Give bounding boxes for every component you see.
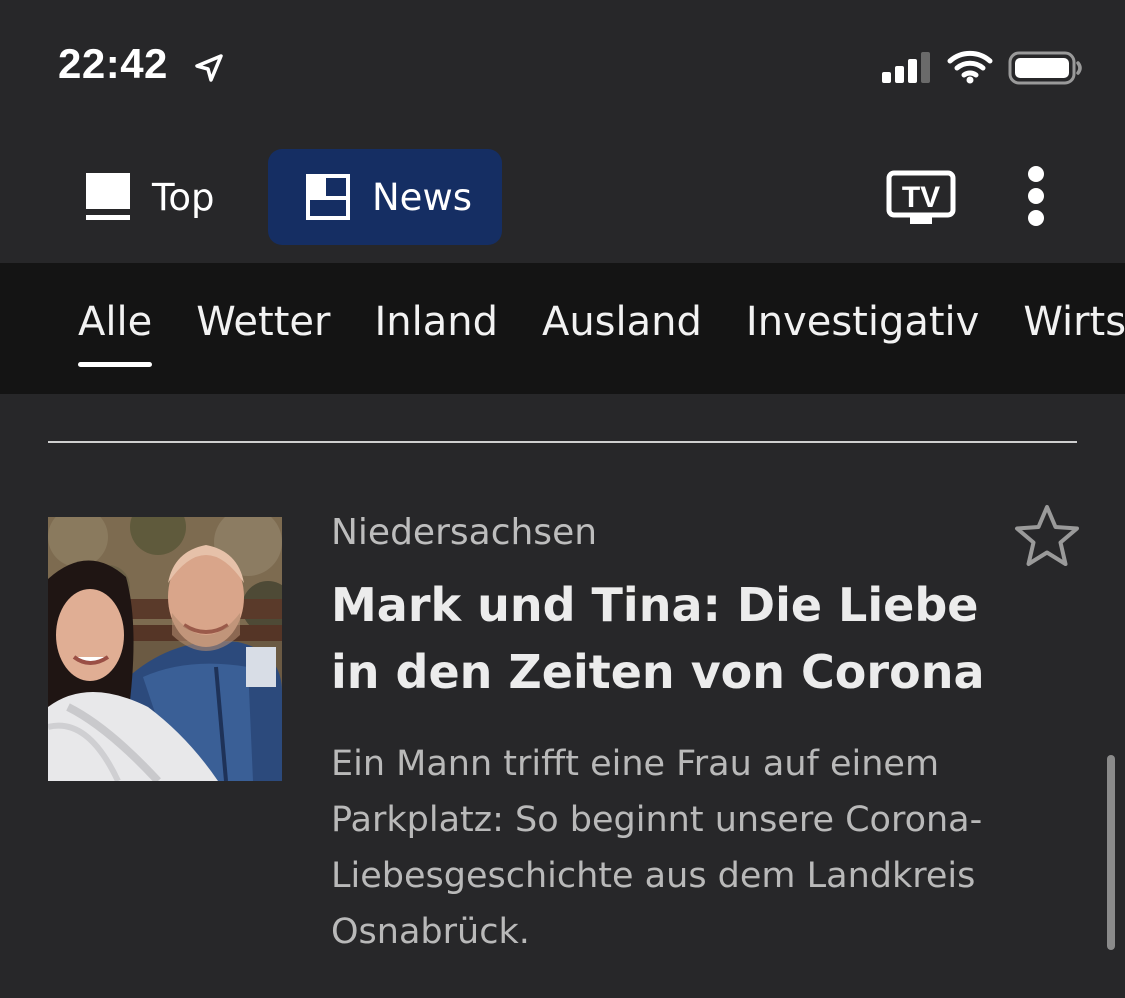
tab-wetter[interactable]: Wetter: [196, 299, 330, 363]
content-divider: [48, 441, 1077, 443]
nav-item-top[interactable]: Top: [66, 150, 214, 244]
article-headline[interactable]: Mark und Tina: Die Liebe in den Zeiten v…: [331, 572, 1021, 706]
article-card[interactable]: Niedersachsen Mark und Tina: Die Liebe i…: [0, 500, 1125, 998]
scrollbar[interactable]: [1107, 755, 1115, 950]
star-outline-icon[interactable]: [1012, 502, 1082, 570]
tab-investigativ[interactable]: Investigativ: [746, 299, 979, 363]
tv-label: TV: [902, 181, 940, 214]
article-topline: Niedersachsen: [331, 512, 598, 553]
article-thumbnail[interactable]: [48, 517, 282, 781]
battery-icon: [1008, 51, 1082, 85]
tab-inland[interactable]: Inland: [374, 299, 498, 363]
top-stories-icon: [86, 173, 130, 220]
category-tab-bar: Alle Wetter Inland Ausland Investigativ …: [0, 263, 1125, 394]
tab-wirtschaft[interactable]: Wirtschaft: [1023, 299, 1125, 363]
tab-ausland[interactable]: Ausland: [542, 299, 702, 363]
tv-button[interactable]: TV: [886, 170, 956, 226]
category-list: Alle Wetter Inland Ausland Investigativ …: [78, 299, 1125, 367]
nav-item-top-label: Top: [152, 175, 215, 219]
top-navigation: Top News TV: [0, 130, 1125, 262]
nav-item-news-label: News: [372, 175, 472, 219]
tab-alle[interactable]: Alle: [78, 299, 153, 367]
status-time: 22:42: [58, 40, 168, 87]
nav-item-news[interactable]: News: [268, 149, 502, 245]
location-arrow-icon: [195, 54, 223, 82]
more-vertical-icon[interactable]: [1018, 164, 1054, 228]
wifi-icon: [947, 50, 993, 84]
news-layout-icon: [306, 174, 350, 220]
cellular-signal-icon: [882, 52, 930, 83]
article-teaser: Ein Mann trifft eine Frau auf einem Park…: [331, 744, 983, 952]
status-bar: 22:42: [0, 0, 1125, 130]
